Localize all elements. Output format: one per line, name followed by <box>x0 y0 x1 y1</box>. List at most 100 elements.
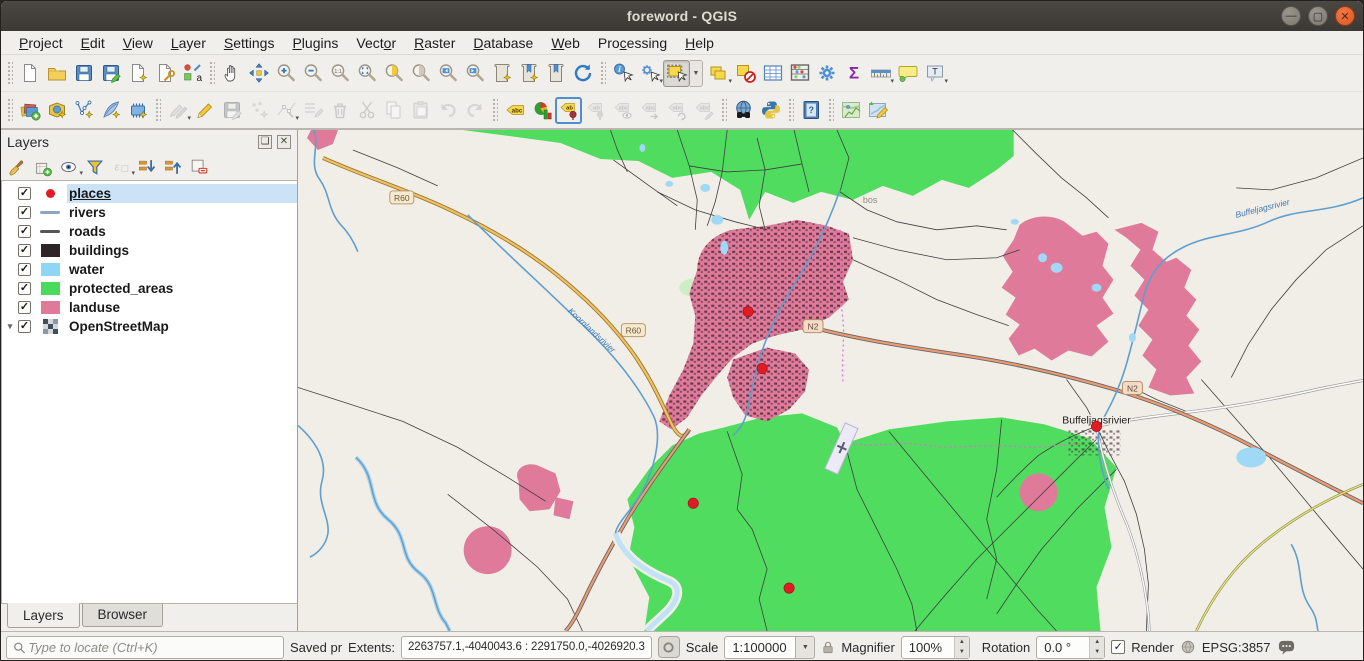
scale-combo[interactable]: 1:100000 <box>724 636 796 659</box>
layer-diagram-options-button[interactable] <box>528 97 555 124</box>
toolbar-grip[interactable] <box>491 97 498 123</box>
show-bookmark-manager-button[interactable] <box>542 60 569 87</box>
scale-combo-dropdown[interactable]: ▼ <box>796 636 815 659</box>
map-tips-button[interactable] <box>894 60 921 87</box>
field-calculator-button[interactable] <box>786 60 813 87</box>
collapse-all-button[interactable] <box>161 155 185 179</box>
layer-expander-icon[interactable]: ▾ <box>2 321 18 332</box>
menu-layer[interactable]: Layer <box>163 33 214 53</box>
data-source-manager-button[interactable] <box>16 97 43 124</box>
rotation-down-arrow[interactable]: ▼ <box>1090 647 1104 658</box>
new-project-button[interactable] <box>16 60 43 87</box>
tab-browser[interactable]: Browser <box>82 604 164 627</box>
layer-item-rivers[interactable]: ✓rivers <box>2 203 297 222</box>
statistical-summary-button[interactable]: Σ <box>840 60 867 87</box>
text-annotation-button[interactable]: T▾ <box>921 60 948 87</box>
magnifier-down-arrow[interactable]: ▼ <box>955 647 969 658</box>
panel-close-icon[interactable]: ✕ <box>277 135 291 149</box>
panel-float-icon[interactable]: ❏ <box>258 135 272 149</box>
menu-edit[interactable]: Edit <box>73 33 113 53</box>
pan-map-button[interactable] <box>218 60 245 87</box>
help-contents-button[interactable]: ? <box>797 97 824 124</box>
layer-item-places[interactable]: ✓places <box>2 184 297 203</box>
locator-input[interactable] <box>26 639 278 656</box>
new-geopackage-layer-button[interactable] <box>43 97 70 124</box>
zoom-in-button[interactable] <box>272 60 299 87</box>
toolbar-grip[interactable] <box>6 60 13 86</box>
map-canvas[interactable]: bos Koornlandsrivier Buffeljagsrivier Bu… <box>298 130 1363 631</box>
deselect-features-button[interactable] <box>732 60 759 87</box>
pan-to-selection-button[interactable] <box>245 60 272 87</box>
toolbar-grip[interactable] <box>6 97 13 123</box>
layer-item-openstreetmap[interactable]: ▾✓OpenStreetMap <box>2 317 297 336</box>
remove-layer-group-button[interactable] <box>187 155 211 179</box>
select-features-dropdown[interactable]: ▼ <box>690 60 703 87</box>
crs-globe-icon[interactable] <box>1180 639 1196 655</box>
layer-visibility-checkbox[interactable]: ✓ <box>18 225 31 238</box>
save-project-as-button[interactable] <box>97 60 124 87</box>
menu-raster[interactable]: Raster <box>406 33 463 53</box>
processing-toolbox-button[interactable] <box>813 60 840 87</box>
zoom-to-selection-button[interactable] <box>380 60 407 87</box>
osm-place-search-button[interactable] <box>837 97 864 124</box>
rotation-spinbox[interactable]: 0.0 ° ▲▼ <box>1036 636 1105 659</box>
new-print-layout-button[interactable] <box>124 60 151 87</box>
expand-all-button[interactable] <box>135 155 159 179</box>
toggle-editing-button[interactable] <box>191 97 218 124</box>
maximize-button[interactable]: ▢ <box>1308 6 1328 26</box>
menu-view[interactable]: View <box>115 33 161 53</box>
add-group-button[interactable] <box>31 155 55 179</box>
menu-database[interactable]: Database <box>465 33 541 53</box>
layer-labeling-options-button[interactable]: abc <box>501 97 528 124</box>
layer-item-water[interactable]: ✓water <box>2 260 297 279</box>
toolbar-grip[interactable] <box>154 97 161 123</box>
measure-line-button[interactable]: ▾ <box>867 60 894 87</box>
select-features-button[interactable] <box>663 60 690 87</box>
menu-plugins[interactable]: Plugins <box>284 33 346 53</box>
menu-help[interactable]: Help <box>677 33 722 53</box>
toolbar-grip[interactable] <box>208 60 215 86</box>
open-attribute-table-button[interactable] <box>759 60 786 87</box>
select-features-by-value-button[interactable]: ▾ <box>705 60 732 87</box>
lock-icon[interactable] <box>821 640 835 655</box>
new-shapefile-layer-button[interactable] <box>70 97 97 124</box>
close-button[interactable]: ✕ <box>1335 6 1355 26</box>
layer-visibility-checkbox[interactable]: ✓ <box>18 263 31 276</box>
menu-project[interactable]: Project <box>11 33 71 53</box>
zoom-next-button[interactable] <box>461 60 488 87</box>
metasearch-button[interactable] <box>730 97 757 124</box>
show-layout-manager-button[interactable] <box>151 60 178 87</box>
save-project-button[interactable] <box>70 60 97 87</box>
magnifier-spinbox[interactable]: 100% ▲▼ <box>901 636 970 659</box>
open-layer-styling-button[interactable] <box>5 155 29 179</box>
extents-toggle-button[interactable] <box>658 636 680 658</box>
run-feature-action-button[interactable]: ▾ <box>636 60 663 87</box>
toolbar-grip[interactable] <box>720 97 727 123</box>
manage-map-themes-button[interactable]: ▾ <box>57 155 81 179</box>
layer-visibility-checkbox[interactable]: ✓ <box>18 282 31 295</box>
menu-processing[interactable]: Processing <box>590 33 675 53</box>
title-bar[interactable]: foreword - QGIS — ▢ ✕ <box>1 1 1363 31</box>
filter-legend-button[interactable] <box>83 155 107 179</box>
toolbar-grip[interactable] <box>599 60 606 86</box>
layer-item-roads[interactable]: ✓roads <box>2 222 297 241</box>
layer-visibility-checkbox[interactable]: ✓ <box>18 187 31 200</box>
render-checkbox[interactable]: ✓ <box>1111 640 1125 654</box>
new-spatialite-layer-button[interactable] <box>97 97 124 124</box>
layer-item-landuse[interactable]: ✓landuse <box>2 298 297 317</box>
layer-visibility-checkbox[interactable]: ✓ <box>18 320 31 333</box>
style-manager-button[interactable]: a <box>178 60 205 87</box>
menu-vector[interactable]: Vector <box>348 33 404 53</box>
layer-visibility-checkbox[interactable]: ✓ <box>18 244 31 257</box>
rotation-up-arrow[interactable]: ▲ <box>1090 637 1104 648</box>
new-spatial-bookmark-button[interactable] <box>488 60 515 87</box>
menu-settings[interactable]: Settings <box>216 33 283 53</box>
show-bookmarks-button[interactable] <box>515 60 542 87</box>
identify-features-button[interactable]: i <box>609 60 636 87</box>
crs-value[interactable]: EPSG:3857 <box>1202 640 1271 655</box>
layer-visibility-checkbox[interactable]: ✓ <box>18 301 31 314</box>
menu-web[interactable]: Web <box>543 33 588 53</box>
zoom-full-button[interactable] <box>353 60 380 87</box>
pin-unpin-labels-button[interactable]: ab <box>555 97 582 124</box>
layer-item-buildings[interactable]: ✓buildings <box>2 241 297 260</box>
